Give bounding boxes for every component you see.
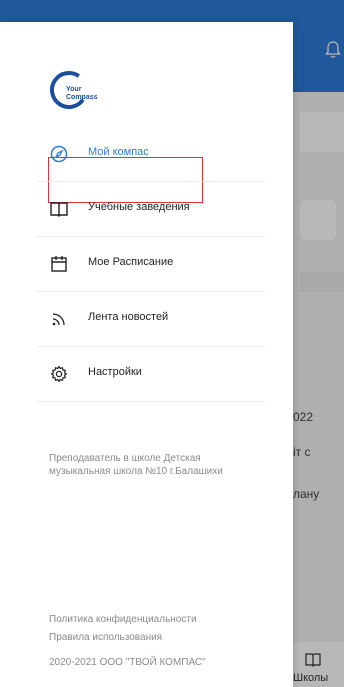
gear-icon [50,365,68,383]
calendar-icon [51,256,67,272]
menu-item-label: Мой компас [88,146,149,158]
compass-icon [50,145,68,163]
menu-item-label: Учебные заведения [88,201,190,213]
privacy-policy-link[interactable]: Политика конфиденциальности [49,614,197,625]
menu-item-my-compass[interactable]: Мой компас [36,127,265,182]
copyright-text: 2020-2021 ООО "ТВОЙ КОМПАС" [49,657,206,668]
rss-icon [52,313,65,326]
logo-text: Your Compass [66,86,98,102]
book-icon [50,202,68,217]
logo-line-2: Compass [66,94,98,101]
menu-item-label: Мое Расписание [88,256,174,268]
menu-item-schedule[interactable]: Мое Расписание [36,237,265,292]
navigation-drawer: Your Compass Мой компас Учебные заведени… [0,22,293,687]
menu-item-news-feed[interactable]: Лента новостей [36,292,265,347]
teacher-info: Преподаватель в школе Детская музыкальна… [49,453,223,477]
menu-item-label: Лента новостей [88,311,169,323]
menu-item-label: Настройки [88,366,142,378]
logo-line-1: Your [66,86,82,93]
menu-item-schools[interactable]: Учебные заведения [36,182,265,237]
terms-of-use-link[interactable]: Правила использования [49,632,162,643]
menu-item-settings[interactable]: Настройки [36,347,265,402]
